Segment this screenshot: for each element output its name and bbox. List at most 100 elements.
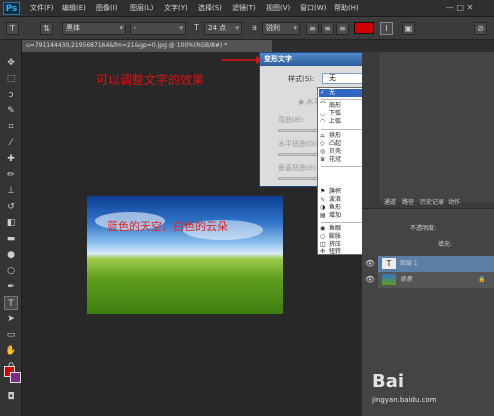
eye-icon[interactable]: 👁 xyxy=(363,256,377,272)
menu-file[interactable]: 文件(F) xyxy=(30,3,54,14)
option-label: 旗帜 xyxy=(329,188,342,195)
marquee-tool-icon[interactable]: ⬚ xyxy=(4,72,18,86)
tab-history[interactable]: 历史记录 xyxy=(420,198,444,208)
background-color[interactable] xyxy=(10,372,21,383)
menu-image[interactable]: 图像(I) xyxy=(96,3,118,14)
canvas-text-layer[interactable]: 蓝色的天空，白色的云朵 xyxy=(107,220,283,234)
check-icon: ✓ xyxy=(320,89,326,96)
eraser-tool-icon[interactable]: ◧ xyxy=(4,216,18,230)
option-label: 鱼眼 xyxy=(329,225,342,232)
tab-actions[interactable]: 动作 xyxy=(448,198,460,208)
warp-text-icon[interactable]: Ⅰ xyxy=(380,22,393,35)
document-tab[interactable]: u=791144430,2195687164&fm=21&gp=0.jpg @ … xyxy=(22,40,272,52)
image-canvas[interactable]: 蓝色的天空，白色的云朵 xyxy=(87,196,283,314)
layer-name: 背景 xyxy=(400,276,413,283)
option-label: 波浪 xyxy=(329,196,342,203)
shape-tool-icon[interactable]: ▭ xyxy=(4,328,18,342)
color-panel xyxy=(379,52,494,202)
arc-lower-icon: ◡ xyxy=(320,110,326,117)
align-center-icon[interactable]: ≡ xyxy=(321,22,334,35)
brush-tool-icon[interactable]: ✏ xyxy=(4,168,18,182)
option-label: 膨胀 xyxy=(329,233,342,240)
quick-mask-icon[interactable]: ◘ xyxy=(4,390,18,404)
twist-icon: ✣ xyxy=(320,248,326,255)
vertical-distortion-label: 垂直扭曲(E): xyxy=(278,164,319,172)
opacity-label: 不透明度: xyxy=(410,225,437,232)
history-brush-tool-icon[interactable]: ↺ xyxy=(4,200,18,214)
option-label: 凸起 xyxy=(329,140,342,147)
align-left-icon[interactable]: ≡ xyxy=(306,22,319,35)
healing-tool-icon[interactable]: ✚ xyxy=(4,152,18,166)
arc-icon: ⌒ xyxy=(320,102,327,109)
bend-label: 弯曲(B): xyxy=(278,116,305,124)
eyedropper-tool-icon[interactable]: ⁄ xyxy=(4,136,18,150)
annotation-arrow xyxy=(222,56,262,64)
annotation-text: 可以调整文字的效果 xyxy=(96,73,205,87)
baidu-watermark: Bai jingyan.baidu.com xyxy=(372,370,492,410)
pen-tool-icon[interactable]: ✒ xyxy=(4,280,18,294)
text-orientation-icon[interactable]: ⇅ xyxy=(40,22,53,35)
font-size-select[interactable]: 24 点 xyxy=(204,22,242,35)
lasso-tool-icon[interactable]: ↄ xyxy=(4,88,18,102)
tab-channels[interactable]: 通道 xyxy=(384,198,396,208)
option-label: 增加 xyxy=(329,212,342,219)
menu-edit[interactable]: 编辑(E) xyxy=(62,3,86,14)
gradient-tool-icon[interactable]: ▬ xyxy=(4,232,18,246)
menu-bar: Ps 文件(F) 编辑(E) 图像(I) 图层(L) 文字(Y) 选择(S) 滤… xyxy=(0,0,494,17)
fish-icon: ◑ xyxy=(320,204,326,211)
horizontal-distortion-label: 水平扭曲(O): xyxy=(278,140,320,148)
layer-row-background[interactable]: 背景 🔒 xyxy=(378,272,494,288)
bulge-icon: ◇ xyxy=(320,140,325,147)
menu-type[interactable]: 文字(Y) xyxy=(164,3,188,14)
path-select-tool-icon[interactable]: ➤ xyxy=(4,312,18,326)
rise-icon: ▤ xyxy=(320,212,326,219)
cancel-icon[interactable]: ⊘ xyxy=(474,22,487,35)
watermark-url: jingyan.baidu.com xyxy=(372,396,437,404)
font-family-select[interactable]: 黑体 xyxy=(62,22,126,35)
stamp-tool-icon[interactable]: ⊥ xyxy=(4,184,18,198)
wave-icon: ∿ xyxy=(320,196,326,203)
menu-select[interactable]: 选择(S) xyxy=(198,3,222,14)
text-color-swatch[interactable] xyxy=(354,22,374,34)
watermark-logo: Bai xyxy=(372,371,405,392)
type-tool-icon[interactable]: T xyxy=(4,296,18,310)
menu-help[interactable]: 帮助(H) xyxy=(334,3,359,14)
eye-icon[interactable]: 👁 xyxy=(363,272,377,288)
menu-filter[interactable]: 滤镜(T) xyxy=(232,3,256,14)
font-style-select[interactable]: - xyxy=(130,22,186,35)
crop-tool-icon[interactable]: ⌗ xyxy=(4,120,18,134)
options-bar: T ⇅ 黑体 - T 24 点 a 锐利 ≡ ≡ ≡ Ⅰ ▣ ⊘ xyxy=(0,17,494,40)
option-label: 鱼形 xyxy=(329,204,342,211)
lock-icon: 🔒 xyxy=(478,276,486,283)
blur-tool-icon[interactable]: ● xyxy=(4,248,18,262)
panels-toggle-icon[interactable]: ▣ xyxy=(402,22,415,35)
layer-row-text[interactable]: T 图层 1 xyxy=(378,256,494,272)
style-label: 样式(S): xyxy=(288,75,315,83)
menu-view[interactable]: 视图(V) xyxy=(266,3,290,14)
shell-icon: ◎ xyxy=(320,148,326,155)
flag-icon: ⚑ xyxy=(320,188,326,195)
dodge-tool-icon[interactable]: ○ xyxy=(4,264,18,278)
tab-paths[interactable]: 路径 xyxy=(402,198,414,208)
quick-select-tool-icon[interactable]: ✎ xyxy=(4,104,18,118)
menu-layer[interactable]: 图层(L) xyxy=(130,3,153,14)
layer-name: 图层 1 xyxy=(400,260,418,267)
menu-window[interactable]: 窗口(W) xyxy=(300,3,326,14)
option-label: 无 xyxy=(329,89,336,96)
move-tool-icon[interactable]: ✥ xyxy=(4,56,18,70)
inflate-icon: ○ xyxy=(320,233,326,240)
arc-upper-icon: ◠ xyxy=(320,118,326,125)
antialias-select[interactable]: 锐利 xyxy=(262,22,300,35)
window-controls[interactable]: — □ ✕ xyxy=(446,2,473,14)
hand-tool-icon[interactable]: ✋ xyxy=(4,344,18,358)
align-right-icon[interactable]: ≡ xyxy=(336,22,349,35)
option-label: 花冠 xyxy=(329,156,342,163)
photoshop-logo: Ps xyxy=(3,2,20,15)
option-label: 挤压 xyxy=(329,241,342,248)
option-label: 下弧 xyxy=(329,110,342,117)
fisheye-icon: ◉ xyxy=(320,225,326,232)
type-tool-icon[interactable]: T xyxy=(6,22,19,35)
font-size-icon: T xyxy=(194,23,199,32)
antialias-icon: a xyxy=(252,23,257,32)
option-label: 贝壳 xyxy=(329,148,342,155)
